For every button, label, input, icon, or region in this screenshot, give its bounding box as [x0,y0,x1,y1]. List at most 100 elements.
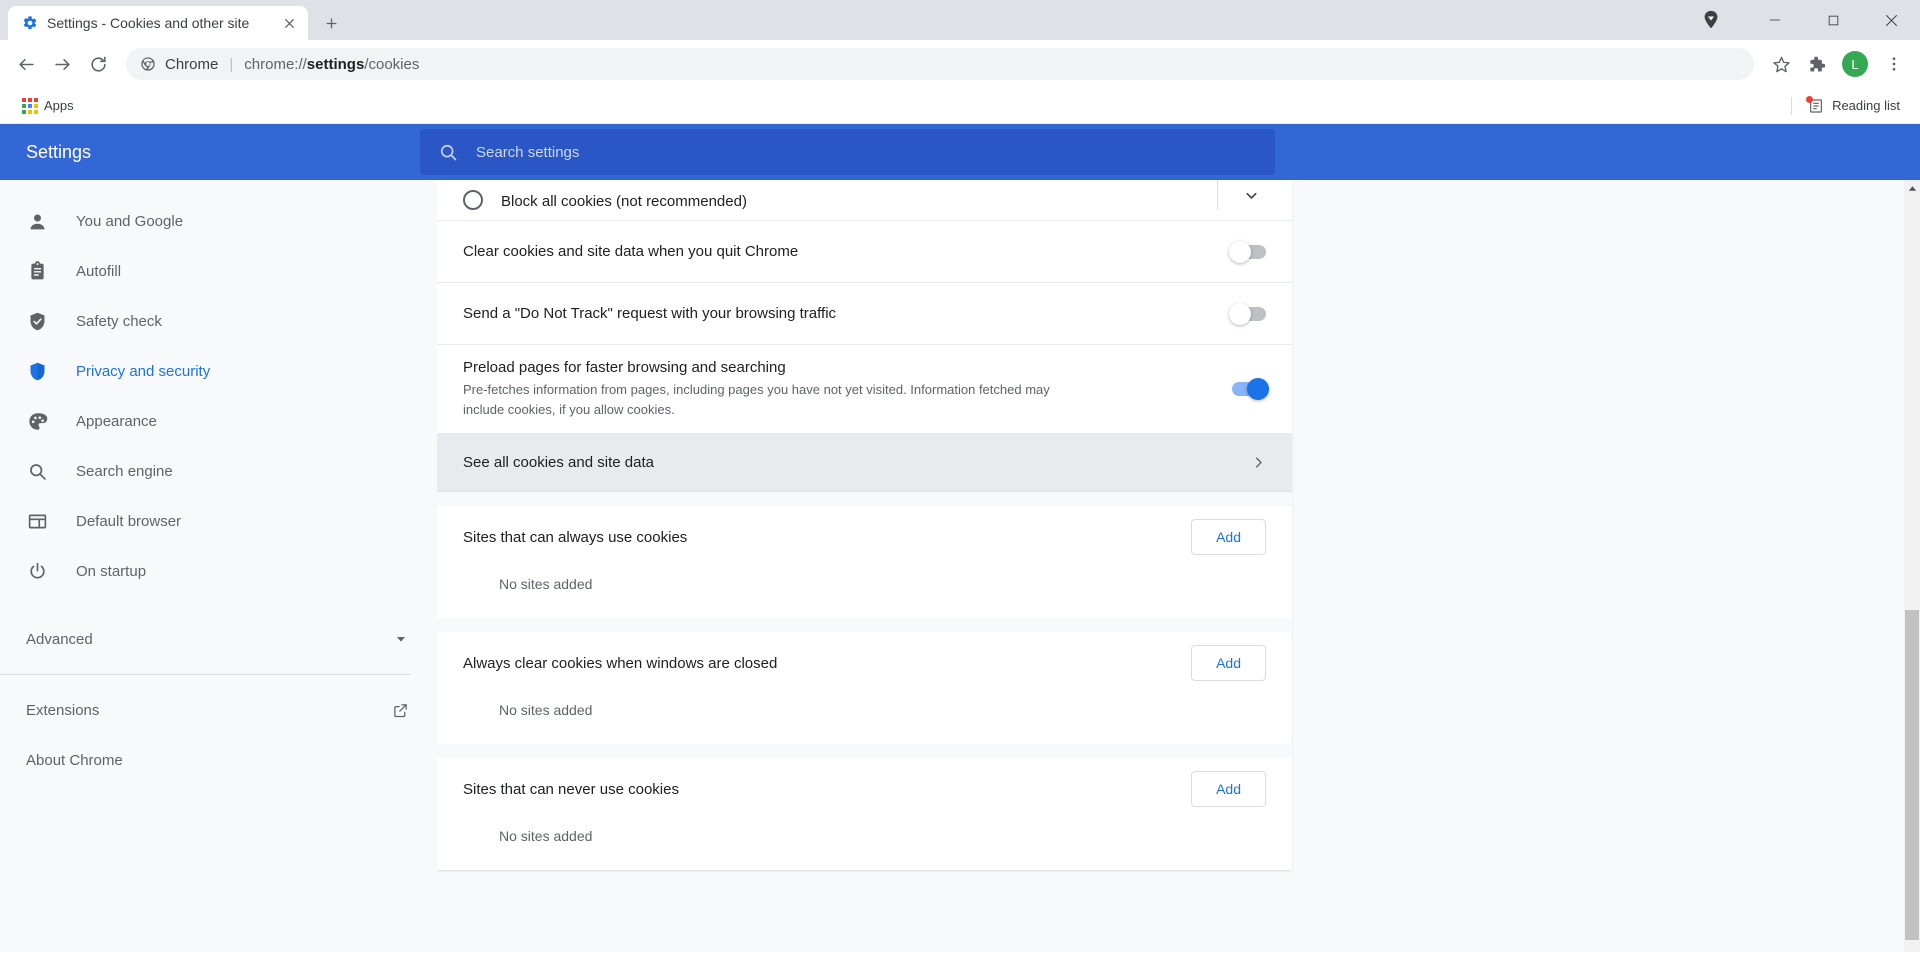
maximize-button[interactable] [1804,0,1862,40]
palette-icon [26,410,48,432]
block-all-cookies-row[interactable]: Block all cookies (not recommended) [437,180,1292,221]
sidebar-item-autofill[interactable]: Autofill [0,246,437,296]
empty-state-text: No sites added [437,568,1292,618]
empty-state-text: No sites added [437,820,1292,870]
chevron-down-icon[interactable] [1236,180,1266,210]
bookmark-item-apps[interactable]: Apps [14,94,82,118]
sidebar-item-advanced[interactable]: Advanced [0,614,437,664]
reading-list-button[interactable]: Reading list [1802,94,1906,118]
scroll-up-arrow-icon[interactable] [1904,180,1920,197]
clear-cookies-on-quit-label: Clear cookies and site data when you qui… [463,243,1214,260]
sidebar-item-about-chrome[interactable]: About Chrome [0,735,437,785]
site-section-title: Sites that can always use cookies [463,529,1191,546]
preload-pages-row[interactable]: Preload pages for faster browsing and se… [437,345,1292,434]
advanced-label: Advanced [26,631,393,648]
preload-text-block: Preload pages for faster browsing and se… [463,345,1214,433]
reading-list-label: Reading list [1832,98,1900,113]
about-label: About Chrome [26,752,409,769]
settings-header: Settings Search settings [0,124,1920,180]
forward-icon[interactable] [46,48,78,80]
sidebar-item-appearance[interactable]: Appearance [0,396,437,446]
download-icon[interactable] [1698,7,1724,33]
scrollbar-thumb[interactable] [1905,610,1919,940]
sidebar-item-privacy-and-security[interactable]: Privacy and security [0,346,437,396]
sidebar-label: Privacy and security [76,363,210,380]
section-gap [437,492,1292,506]
clear-cookies-on-quit-toggle[interactable] [1232,245,1266,259]
browser-toolbar: Chrome | chrome://settings/cookies L [0,40,1920,88]
sidebar-item-extensions[interactable]: Extensions [0,685,437,735]
add-button[interactable]: Add [1191,645,1266,681]
see-all-cookies-row[interactable]: See all cookies and site data [437,434,1292,492]
clear-cookies-on-quit-row[interactable]: Clear cookies and site data when you qui… [437,221,1292,283]
sidebar-label: Appearance [76,413,157,430]
sidebar-label: You and Google [76,213,183,230]
chevron-down-icon [393,631,409,647]
reading-list-area: Reading list [1791,94,1906,118]
preload-pages-description: Pre-fetches information from pages, incl… [463,380,1073,419]
site-section-always-allow: Sites that can always use cookies Add No… [437,506,1292,618]
browser-tab[interactable]: Settings - Cookies and other site [8,6,308,40]
sidebar-label: Default browser [76,513,181,530]
chrome-menu-icon[interactable] [1878,48,1910,80]
power-icon [26,560,48,582]
minimize-button[interactable] [1746,0,1804,40]
sidebar-item-on-startup[interactable]: On startup [0,546,437,596]
url-prefix: chrome:// [244,56,307,73]
sidebar-item-safety-check[interactable]: Safety check [0,296,437,346]
extensions-puzzle-icon[interactable] [1800,48,1832,80]
site-section-title: Sites that can never use cookies [463,781,1191,798]
browser-window-icon [26,510,48,532]
block-all-cookies-label: Block all cookies (not recommended) [501,193,1217,210]
chrome-logo-icon [140,56,156,72]
section-gap [437,618,1292,632]
close-tab-icon[interactable] [278,12,300,34]
bookmarks-bar: Apps Reading list [0,88,1920,124]
cookies-settings-card: Block all cookies (not recommended) Clea… [437,180,1292,870]
reading-list-icon [1808,98,1824,114]
new-tab-button[interactable] [314,6,348,40]
search-settings-input[interactable]: Search settings [420,129,1275,175]
site-section-header: Sites that can always use cookies Add [437,506,1292,568]
site-section-header: Sites that can never use cookies Add [437,758,1292,820]
do-not-track-toggle[interactable] [1232,307,1266,321]
sidebar-item-you-and-google[interactable]: You and Google [0,196,437,246]
clipboard-icon [26,260,48,282]
back-icon[interactable] [10,48,42,80]
page-scrollbar[interactable] [1904,180,1920,952]
apps-label: Apps [44,98,74,113]
search-placeholder: Search settings [476,144,579,161]
sidebar-label: Search engine [76,463,173,480]
tab-title: Settings - Cookies and other site [47,15,269,31]
row-divider [1217,180,1218,210]
preload-pages-toggle[interactable] [1232,382,1266,396]
do-not-track-row[interactable]: Send a "Do Not Track" request with your … [437,283,1292,345]
close-window-button[interactable] [1862,0,1920,40]
radio-block-all-cookies[interactable] [463,190,483,210]
see-all-cookies-label: See all cookies and site data [463,454,1246,471]
apps-grid-icon [22,98,36,114]
avatar[interactable]: L [1842,51,1868,77]
do-not-track-label: Send a "Do Not Track" request with your … [463,305,1214,322]
address-bar[interactable]: Chrome | chrome://settings/cookies [126,48,1754,80]
site-section-title: Always clear cookies when windows are cl… [463,655,1191,672]
settings-sidebar: You and Google Autofill Safety check [0,180,437,952]
sidebar-item-search-engine[interactable]: Search engine [0,446,437,496]
site-section-never-allow: Sites that can never use cookies Add No … [437,758,1292,870]
bookmark-star-icon[interactable] [1766,49,1796,79]
add-button[interactable]: Add [1191,519,1266,555]
person-icon [26,210,48,232]
shield-icon [26,360,48,382]
reload-icon[interactable] [82,48,114,80]
sidebar-label: Safety check [76,313,162,330]
omnibox-separator: | [229,56,233,73]
add-button[interactable]: Add [1191,771,1266,807]
site-section-clear-on-close: Always clear cookies when windows are cl… [437,632,1292,744]
sidebar-item-default-browser[interactable]: Default browser [0,496,437,546]
toolbar-divider [1791,97,1792,115]
sidebar-divider [0,674,411,675]
omnibox-url[interactable]: chrome://settings/cookies [244,56,1744,73]
section-gap [437,744,1292,758]
settings-main-content: Block all cookies (not recommended) Clea… [437,180,1920,952]
settings-page-body: You and Google Autofill Safety check [0,180,1920,952]
